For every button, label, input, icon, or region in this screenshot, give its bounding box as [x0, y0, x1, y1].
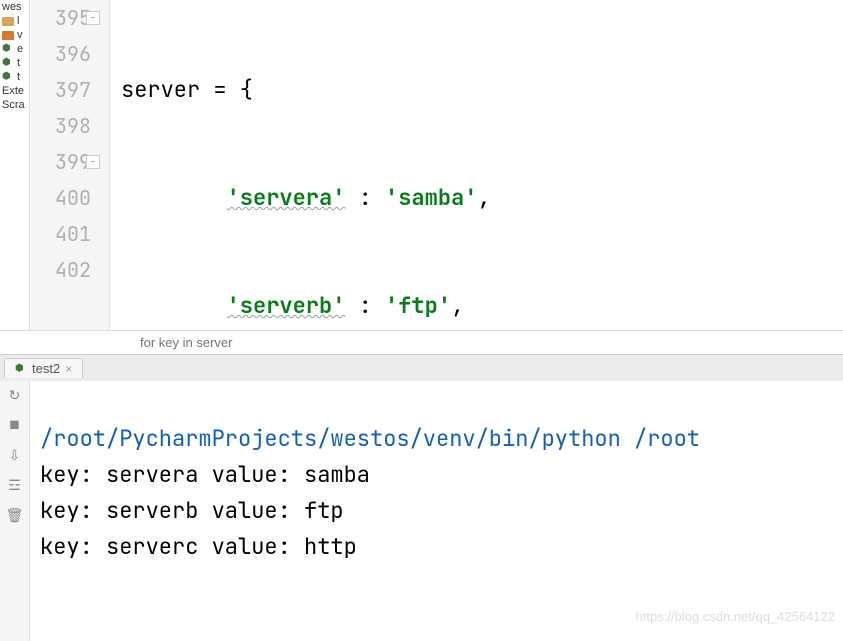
tree-item[interactable]: ⬢t	[0, 70, 29, 84]
run-tabs: ⬢ test2 ×	[0, 355, 843, 381]
folder-icon	[2, 17, 14, 26]
run-panel: ⬢ test2 × ↻ ■ ⇩ ☲ 🗑 /root/PycharmProject…	[0, 354, 843, 641]
line-number: 398	[30, 108, 91, 144]
tree-item[interactable]: v	[0, 28, 29, 42]
python-icon: ⬢	[2, 71, 14, 83]
console-line: key: serverb value: ftp	[40, 496, 344, 525]
code-line[interactable]: server = {	[115, 72, 843, 108]
run-tab[interactable]: ⬢ test2 ×	[4, 358, 83, 378]
console-output[interactable]: /root/PycharmProjects/westos/venv/bin/py…	[30, 381, 843, 641]
tree-item[interactable]: ⬢e	[0, 42, 29, 56]
code-line[interactable]: 'serverb' : 'ftp',	[115, 288, 843, 324]
console-command: /root/PycharmProjects/westos/venv/bin/py…	[40, 424, 700, 453]
line-number: 395−	[30, 0, 91, 36]
line-number: 397	[30, 72, 91, 108]
folder-open-icon	[2, 31, 14, 40]
breadcrumb[interactable]: for key in server	[0, 330, 843, 354]
rerun-icon[interactable]: ↻	[9, 387, 21, 405]
run-toolbar: ↻ ■ ⇩ ☲ 🗑	[0, 381, 30, 641]
watermark: https://blog.csdn.net/qq_42564122	[636, 599, 836, 635]
python-icon: ⬢	[2, 43, 14, 55]
python-icon: ⬢	[2, 57, 14, 69]
close-icon[interactable]: ×	[65, 362, 72, 376]
console-line: key: serverc value: http	[40, 532, 357, 561]
pin-icon[interactable]: ⇩	[9, 447, 21, 465]
trash-icon[interactable]: 🗑	[6, 507, 24, 525]
tree-item[interactable]: l	[0, 14, 29, 28]
stop-icon[interactable]: ■	[10, 417, 18, 435]
project-tree[interactable]: wes l v ⬢e ⬢t ⬢t Exte Scra	[0, 0, 30, 330]
print-icon[interactable]: ☲	[8, 477, 21, 495]
editor-area: wes l v ⬢e ⬢t ⬢t Exte Scra 395− 396 397 …	[0, 0, 843, 330]
fold-marker-icon[interactable]: −	[86, 11, 100, 25]
tree-item[interactable]: wes	[0, 0, 29, 14]
line-number: 401	[30, 216, 91, 252]
line-number: 396	[30, 36, 91, 72]
line-number: 402	[30, 252, 91, 288]
tree-item[interactable]: Scra	[0, 98, 29, 112]
code-editor[interactable]: server = { 'servera' : 'samba', 'serverb…	[110, 0, 843, 330]
line-number-gutter: 395− 396 397 398 399− 400 401 402	[30, 0, 110, 330]
tree-item[interactable]: Exte	[0, 84, 29, 98]
fold-marker-icon[interactable]: −	[86, 155, 100, 169]
line-number: 399−	[30, 144, 91, 180]
tree-item[interactable]: ⬢t	[0, 56, 29, 70]
console-line: key: servera value: samba	[40, 460, 370, 489]
code-line[interactable]: 'servera' : 'samba',	[115, 180, 843, 216]
python-icon: ⬢	[15, 363, 27, 375]
line-number: 400	[30, 180, 91, 216]
